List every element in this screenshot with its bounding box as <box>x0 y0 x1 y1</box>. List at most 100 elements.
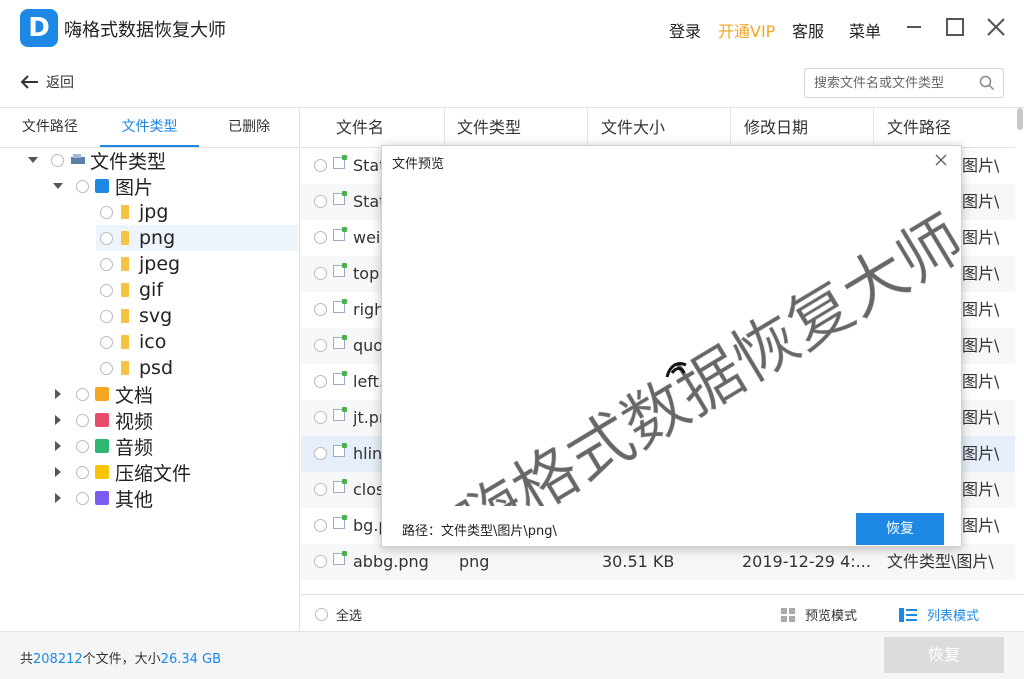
search-input[interactable] <box>805 69 970 97</box>
close-icon[interactable] <box>984 15 1008 39</box>
vertical-scrollbar[interactable] <box>1016 108 1024 593</box>
chevron-right-icon[interactable] <box>55 415 61 425</box>
tree-item-ico[interactable]: ico <box>100 329 166 355</box>
chevron-down-icon[interactable] <box>53 183 63 189</box>
file-path: 图片\ <box>962 228 1000 247</box>
image-file-icon <box>333 407 347 421</box>
checkbox-other[interactable] <box>76 491 89 505</box>
row-checkbox[interactable] <box>314 303 327 316</box>
tree-item-audio[interactable]: 音频 <box>55 433 153 459</box>
row-checkbox[interactable] <box>314 447 327 460</box>
list-mode-button[interactable]: 列表模式 <box>899 605 979 624</box>
row-checkbox[interactable] <box>314 483 327 496</box>
image-file-icon <box>333 551 347 565</box>
tree-item-docs[interactable]: 文档 <box>55 381 153 407</box>
checkbox-jpeg[interactable] <box>100 257 113 271</box>
tree-item-png[interactable]: png <box>96 225 298 251</box>
chevron-down-icon[interactable] <box>28 157 38 163</box>
chevron-right-icon[interactable] <box>55 441 61 451</box>
image-file-icon <box>333 515 347 529</box>
file-path: 图片\ <box>962 192 1000 211</box>
row-checkbox[interactable] <box>314 411 327 424</box>
tree-item-gif[interactable]: gif <box>100 277 163 303</box>
checkbox-root[interactable] <box>51 153 64 167</box>
tree-item-other[interactable]: 其他 <box>55 485 153 511</box>
maximize-icon[interactable] <box>943 15 967 39</box>
back-button[interactable]: 返回 <box>20 72 74 92</box>
file-name: left. <box>353 372 384 391</box>
row-checkbox[interactable] <box>314 339 327 352</box>
tree-item-svg[interactable]: svg <box>100 303 172 329</box>
tree-item-root[interactable]: 文件类型 <box>28 147 166 173</box>
search-box[interactable] <box>804 68 1004 98</box>
table-row[interactable] <box>301 580 1015 594</box>
tree-item-psd[interactable]: psd <box>100 355 173 381</box>
dialog-recover-button[interactable]: 恢复 <box>856 513 944 545</box>
column-size[interactable]: 文件大小 <box>588 108 731 148</box>
login-link[interactable]: 登录 <box>669 18 701 42</box>
file-path: 图片\ <box>962 336 1000 355</box>
checkbox-png[interactable] <box>100 231 113 245</box>
column-name[interactable]: 文件名 <box>323 108 445 148</box>
tree-item-images[interactable]: 图片 <box>53 173 153 199</box>
tab-deleted[interactable]: 已删除 <box>199 108 299 147</box>
checkbox-video[interactable] <box>76 413 89 427</box>
vip-link[interactable]: 开通VIP <box>718 18 775 42</box>
row-checkbox[interactable] <box>314 231 327 244</box>
row-checkbox[interactable] <box>314 519 327 532</box>
menu-link[interactable]: 菜单 <box>849 18 881 42</box>
checkbox-svg[interactable] <box>100 309 113 323</box>
checkbox-audio[interactable] <box>76 439 89 453</box>
file-type: png <box>459 552 490 571</box>
row-checkbox[interactable] <box>314 159 327 172</box>
checkbox-archive[interactable] <box>76 465 89 479</box>
checkbox-docs[interactable] <box>76 387 89 401</box>
minimize-icon[interactable] <box>902 15 926 39</box>
checkbox-ico[interactable] <box>100 335 113 349</box>
select-all[interactable]: 全选 <box>315 605 362 624</box>
scrollbar-thumb[interactable] <box>1017 108 1023 130</box>
chevron-right-icon[interactable] <box>55 389 61 399</box>
checkbox-jpg[interactable] <box>100 205 113 219</box>
column-date[interactable]: 修改日期 <box>731 108 874 148</box>
checkbox-psd[interactable] <box>100 361 113 375</box>
folder-icon <box>121 361 129 375</box>
chevron-right-icon[interactable] <box>55 493 61 503</box>
dialog-close-icon[interactable] <box>933 152 949 168</box>
tree-label-docs: 文档 <box>115 384 154 407</box>
recover-button[interactable]: 恢复 <box>884 637 1004 673</box>
table-row[interactable]: abbg.png png 30.51 KB 2019-12-29 4:... 文件类型\… <box>301 544 1015 580</box>
file-summary: 共208212个文件，大小26.34 GB <box>20 648 221 667</box>
row-checkbox[interactable] <box>314 555 327 568</box>
search-icon[interactable] <box>979 75 995 91</box>
select-all-label: 全选 <box>336 609 363 624</box>
app-logo: D <box>20 9 58 47</box>
checkbox-images[interactable] <box>76 179 89 193</box>
image-category-icon <box>95 179 109 193</box>
column-type[interactable]: 文件类型 <box>444 108 588 148</box>
service-link[interactable]: 客服 <box>792 18 824 42</box>
preview-mode-button[interactable]: 预览模式 <box>781 605 857 624</box>
tree-item-archive[interactable]: 压缩文件 <box>55 459 191 485</box>
folder-icon <box>121 335 129 349</box>
row-checkbox[interactable] <box>314 375 327 388</box>
row-checkbox[interactable] <box>314 195 327 208</box>
tree-item-jpeg[interactable]: jpeg <box>100 251 180 277</box>
tree-item-video[interactable]: 视频 <box>55 407 153 433</box>
tab-file-path[interactable]: 文件路径 <box>0 108 100 147</box>
select-all-checkbox[interactable] <box>315 608 328 621</box>
checkbox-gif[interactable] <box>100 283 113 297</box>
column-path[interactable]: 文件路径 <box>874 108 1015 148</box>
file-path: 文件类型\图片\ <box>887 552 994 571</box>
table-header: 文件名 文件类型 文件大小 修改日期 文件路径 <box>301 108 1015 148</box>
chevron-right-icon[interactable] <box>55 467 61 477</box>
file-path: 图片\ <box>962 156 1000 175</box>
tree-label-other: 其他 <box>115 488 154 511</box>
row-checkbox[interactable] <box>314 267 327 280</box>
video-category-icon <box>95 413 109 427</box>
tree-label-svg: svg <box>139 305 173 327</box>
tree-item-jpg[interactable]: jpg <box>100 199 298 225</box>
tab-file-type[interactable]: 文件类型 <box>99 108 200 147</box>
tree-label-jpeg: jpeg <box>139 253 181 275</box>
summary-prefix: 共 <box>20 652 34 667</box>
